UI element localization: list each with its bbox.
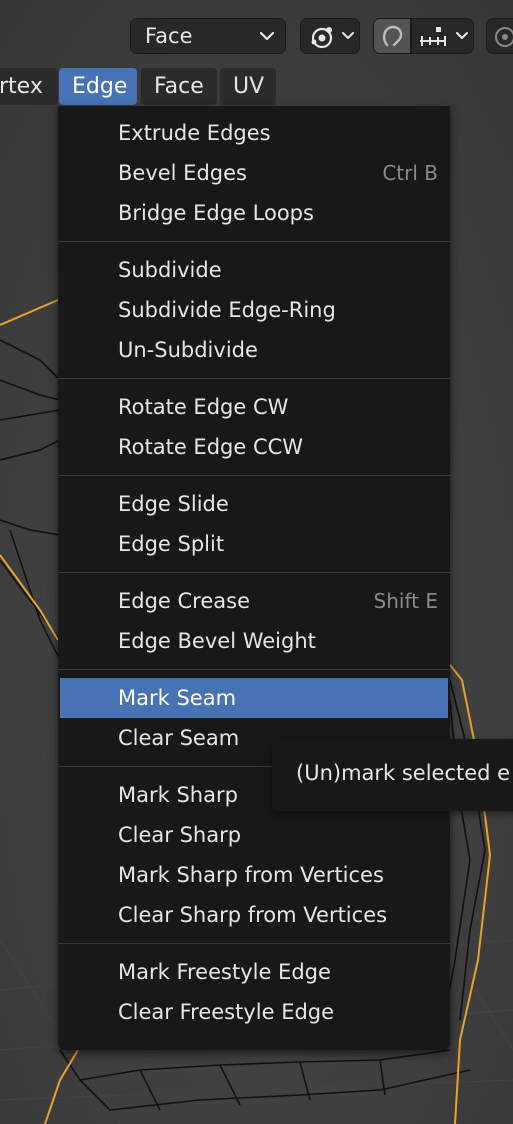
menu-item-un-subdivide[interactable]: Un-Subdivide: [58, 330, 450, 370]
menu-item-label: Rotate Edge CW: [118, 395, 289, 419]
tooltip-text: (Un)mark selected e: [296, 761, 511, 785]
menu-item-mark-freestyle-edge[interactable]: Mark Freestyle Edge: [58, 952, 450, 992]
menu-item-edge-split[interactable]: Edge Split: [58, 524, 450, 564]
menu-item-label: Edge Bevel Weight: [118, 629, 316, 653]
select-mode-dropdown[interactable]: Face: [130, 18, 286, 54]
menu-item-shortcut: Shift E: [373, 589, 438, 613]
menu-item-bevel-edges[interactable]: Bevel Edges Ctrl B: [58, 153, 450, 193]
edge-menu-list: Extrude Edges Bevel Edges Ctrl B Bridge Edg…: [58, 113, 450, 1032]
menu-item-label: Extrude Edges: [118, 121, 271, 145]
menu-item-label: Clear Sharp from Vertices: [118, 903, 388, 927]
menu-item-label: Subdivide Edge-Ring: [118, 298, 336, 322]
menubar-uv[interactable]: UV: [220, 68, 276, 105]
chevron-down-icon: [342, 32, 354, 39]
menubar-edge[interactable]: Edge: [59, 68, 137, 105]
menu-separator: [58, 572, 450, 573]
menubar-vertex[interactable]: rtex: [0, 68, 58, 105]
menu-separator: [58, 669, 450, 670]
menu-item-label: Clear Sharp: [118, 823, 242, 847]
menu-item-shortcut: Ctrl B: [382, 161, 438, 185]
snap-toggle-button[interactable]: [373, 18, 411, 54]
menu-item-mark-seam[interactable]: Mark Seam: [60, 678, 448, 718]
menu-separator: [58, 475, 450, 476]
menu-separator: [58, 241, 450, 242]
menubar-label: UV: [233, 74, 265, 99]
menu-item-bridge-edge-loops[interactable]: Bridge Edge Loops: [58, 193, 450, 233]
menu-item-clear-freestyle-edge[interactable]: Clear Freestyle Edge: [58, 992, 450, 1032]
menu-item-label: Clear Seam: [118, 726, 240, 750]
menu-item-label: Edge Split: [118, 532, 225, 556]
proportional-editing-icon: [495, 27, 513, 47]
menu-item-rotate-edge-ccw[interactable]: Rotate Edge CCW: [58, 427, 450, 467]
menu-item-edge-bevel-weight[interactable]: Edge Bevel Weight: [58, 621, 450, 661]
menu-item-label: Mark Seam: [118, 686, 237, 710]
snap-magnet-icon: [382, 25, 403, 47]
menu-item-label: Un-Subdivide: [118, 338, 258, 362]
menubar-label: rtex: [0, 74, 43, 99]
chevron-down-icon: [456, 32, 468, 39]
menu-separator: [58, 378, 450, 379]
tooltip: (Un)mark selected e: [272, 739, 513, 811]
menu-item-mark-sharp-from-vertices[interactable]: Mark Sharp from Vertices: [58, 855, 450, 895]
menubar-face[interactable]: Face: [141, 68, 217, 105]
snap-increment-icon: [420, 27, 446, 46]
menu-item-label: Edge Crease: [118, 589, 251, 613]
menu-item-extrude-edges[interactable]: Extrude Edges: [58, 113, 450, 153]
chevron-down-icon: [259, 31, 275, 41]
snap-element-dropdown[interactable]: [411, 18, 474, 54]
proportional-editing-button[interactable]: [486, 18, 513, 54]
menu-item-label: Clear Freestyle Edge: [118, 1000, 335, 1024]
menu-item-label: Mark Freestyle Edge: [118, 960, 331, 984]
menu-item-label: Rotate Edge CCW: [118, 435, 304, 459]
menu-item-edge-slide[interactable]: Edge Slide: [58, 484, 450, 524]
menu-item-clear-sharp-from-vertices[interactable]: Clear Sharp from Vertices: [58, 895, 450, 935]
menubar-label: Edge: [72, 74, 128, 99]
menu-item-rotate-edge-cw[interactable]: Rotate Edge CW: [58, 387, 450, 427]
menu-separator: [58, 943, 450, 944]
menu-item-label: Subdivide: [118, 258, 222, 282]
menu-item-label: Bridge Edge Loops: [118, 201, 314, 225]
menu-item-label: Mark Sharp from Vertices: [118, 863, 384, 887]
menu-item-clear-sharp[interactable]: Clear Sharp: [58, 815, 450, 855]
menu-item-subdivide[interactable]: Subdivide: [58, 250, 450, 290]
pivot-point-button[interactable]: [300, 18, 360, 54]
select-mode-label: Face: [145, 24, 193, 48]
menu-item-label: Bevel Edges: [118, 161, 247, 185]
proportional-pivot-icon: [311, 27, 333, 49]
menu-item-edge-crease[interactable]: Edge Crease Shift E: [58, 581, 450, 621]
menu-item-label: Mark Sharp: [118, 783, 238, 807]
viewport-header: Face: [0, 0, 513, 72]
menubar-label: Face: [154, 74, 204, 99]
edge-menu: Extrude Edges Bevel Edges Ctrl B Bridge Edg…: [58, 106, 450, 1050]
menu-item-subdivide-edge-ring[interactable]: Subdivide Edge-Ring: [58, 290, 450, 330]
menu-item-label: Edge Slide: [118, 492, 229, 516]
